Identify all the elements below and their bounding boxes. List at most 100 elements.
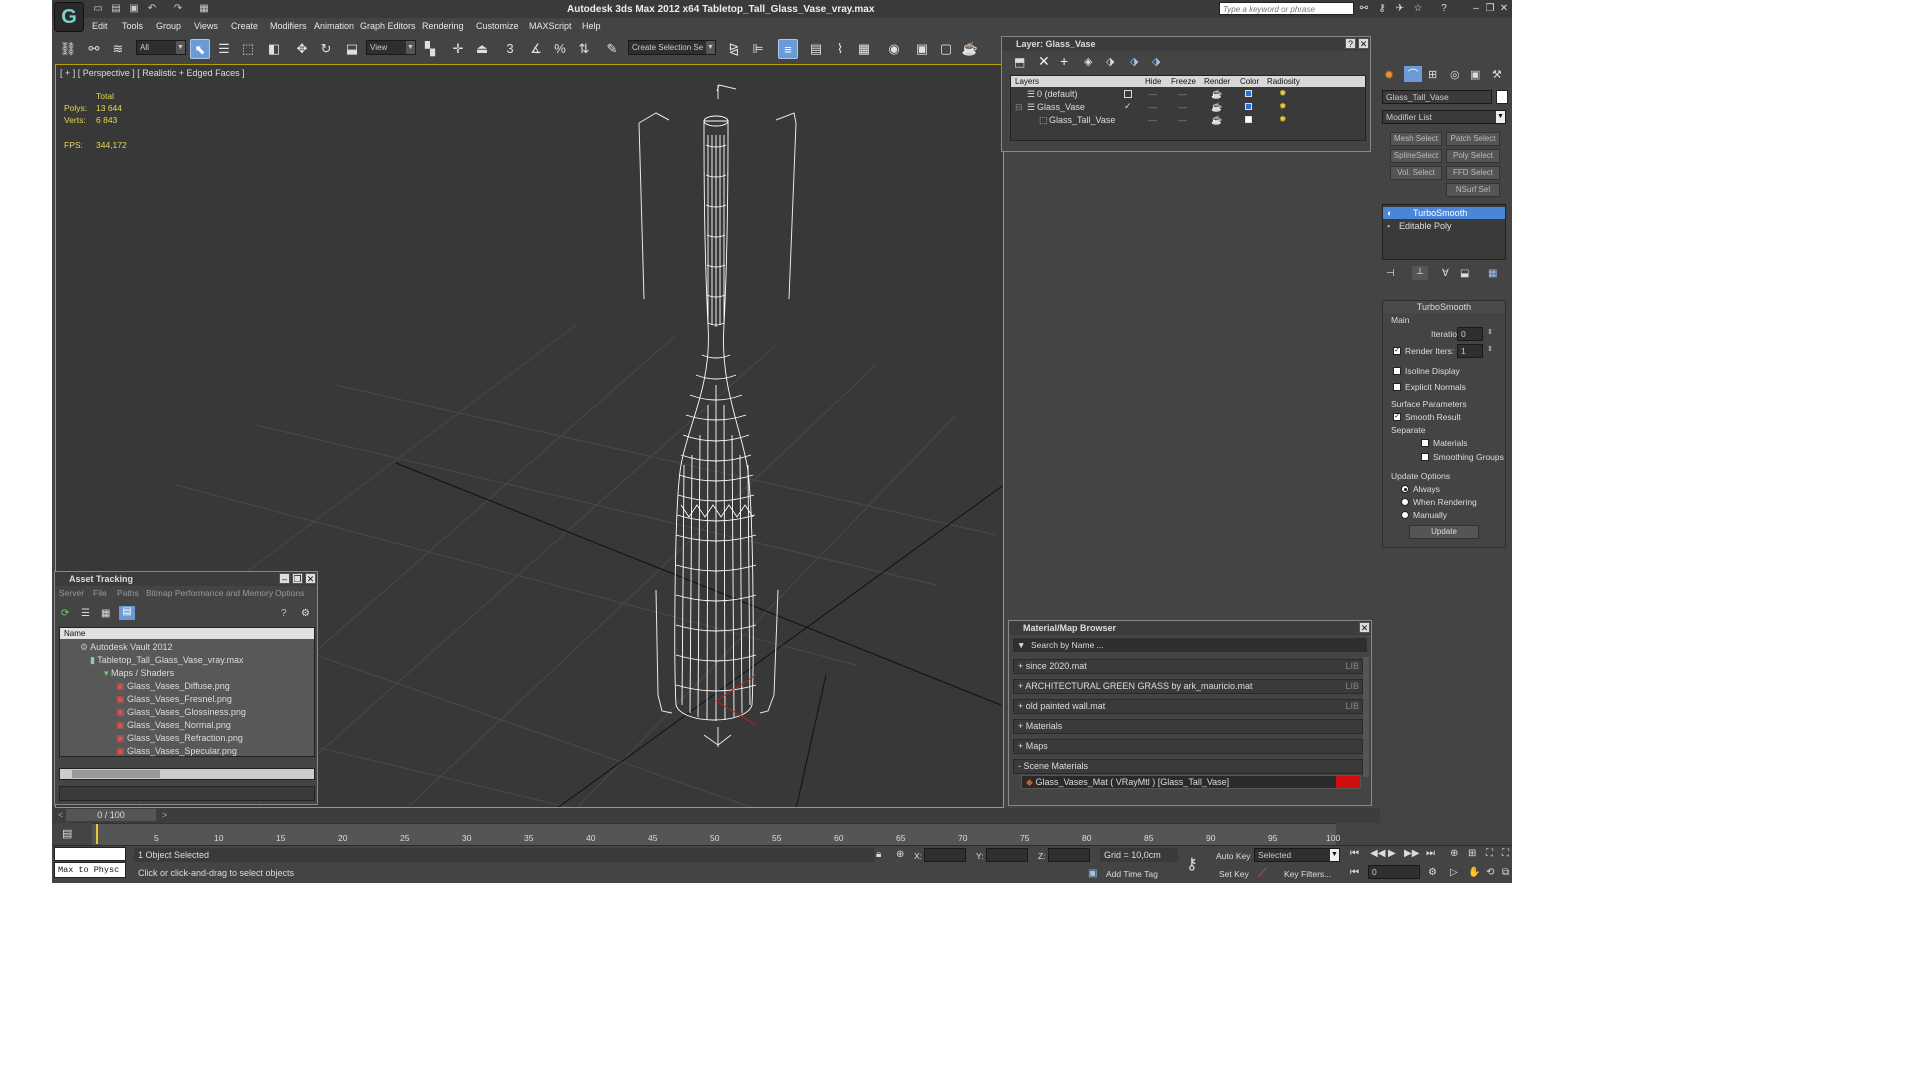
search-input[interactable]: Type a keyword or phrase <box>1219 2 1354 15</box>
communication-icon[interactable]: ✈ <box>1394 3 1406 15</box>
absolute-mode-icon[interactable]: ⊕ <box>896 849 904 860</box>
smoothing-groups-checkbox[interactable] <box>1421 453 1429 461</box>
angle-snap-icon[interactable]: ∡ <box>526 39 546 59</box>
auto-key-button[interactable]: Auto Key <box>1216 851 1251 861</box>
asset-item-file[interactable]: ▣ Glass_Vases_Normal.png <box>116 720 231 731</box>
render-teapot-icon[interactable]: ☕ <box>1211 89 1222 100</box>
minimize-icon[interactable]: – <box>279 573 290 584</box>
scrollbar-thumb[interactable] <box>72 770 160 778</box>
graphite-ribbon-icon[interactable]: ▤ <box>806 39 826 59</box>
bulb-icon[interactable]: ◐ <box>1387 207 1392 219</box>
asset-col-name[interactable]: Name <box>60 628 314 639</box>
show-end-result-icon[interactable]: ⊥ <box>1412 266 1428 280</box>
col-freeze[interactable]: Freeze <box>1171 76 1196 87</box>
curve-editor-icon[interactable]: ⌇ <box>830 39 850 59</box>
orbit-icon[interactable]: ⟲ <box>1486 867 1494 878</box>
pivot-center-icon[interactable]: ▚ <box>420 39 440 59</box>
display-tab-icon[interactable]: ▣ <box>1470 68 1480 81</box>
material-group[interactable]: + Maps <box>1013 739 1363 754</box>
filter-icon[interactable]: ▼ <box>1017 638 1025 652</box>
explicit-normals-checkbox[interactable] <box>1393 383 1401 391</box>
spinner-arrows-icon[interactable]: ⇕ <box>1487 328 1493 336</box>
object-color-swatch[interactable] <box>1496 90 1508 104</box>
spinner-arrows-icon[interactable]: ⇕ <box>1487 345 1493 353</box>
rectangular-selection-icon[interactable]: ⬚ <box>238 39 258 59</box>
render-teapot-icon[interactable]: ☕ <box>1211 115 1222 126</box>
asset-item-maps-folder[interactable]: ▾ Maps / Shaders <box>104 668 174 679</box>
new-file-icon[interactable]: ▭ <box>92 3 104 15</box>
help-icon[interactable]: ? <box>1345 38 1356 49</box>
y-coord-field[interactable] <box>986 848 1028 862</box>
modifier-list-dropdown[interactable]: Modifier List ▼ <box>1382 110 1506 124</box>
selection-filter-dropdown[interactable]: All ▼ <box>136 40 186 55</box>
table-view-icon[interactable]: ▤ <box>119 606 135 620</box>
modify-tab-icon[interactable]: ⌒ <box>1404 66 1422 82</box>
material-group[interactable]: + since 2020.mat LIB <box>1013 659 1363 674</box>
layer-color-swatch[interactable] <box>1245 116 1252 123</box>
layer-row[interactable]: ⬚ Glass_Tall_Vase — — ☕ ✹ <box>1011 114 1365 127</box>
col-radiosity[interactable]: Radiosity <box>1267 76 1300 87</box>
layer-color-swatch[interactable] <box>1245 90 1252 97</box>
radiosity-icon[interactable]: ✹ <box>1279 114 1287 125</box>
asset-item-maxfile[interactable]: ▮ Tabletop_Tall_Glass_Vase_vray.max <box>90 655 244 666</box>
open-file-icon[interactable]: ▤ <box>110 3 122 15</box>
freeze-toggle[interactable]: — <box>1178 89 1187 99</box>
add-time-tag[interactable]: Add Time Tag <box>1106 869 1158 879</box>
radiosity-icon[interactable]: ✹ <box>1279 88 1287 99</box>
hide-all-icon[interactable]: ⬗ <box>1130 55 1138 68</box>
material-editor-icon[interactable]: ◉ <box>884 39 904 59</box>
close-icon[interactable]: ✕ <box>1359 622 1370 633</box>
iterations-spinner[interactable]: 0 <box>1457 327 1483 341</box>
z-coord-field[interactable] <box>1048 848 1090 862</box>
layer-row[interactable]: ⊟ ☰ Glass_Vase ✓ — — ☕ ✹ <box>1011 101 1365 114</box>
vertical-scrollbar[interactable] <box>1363 657 1369 777</box>
render-teapot-icon[interactable]: ☕ <box>1211 102 1222 113</box>
asset-menu-bitmap[interactable]: Bitmap Performance and Memory <box>146 588 273 598</box>
track-bar[interactable]: 5 10 15 20 25 30 35 40 45 50 55 60 65 70… <box>92 823 1340 845</box>
thumbnail-icon[interactable]: ▦ <box>101 608 110 619</box>
vol-select-button[interactable]: Vol. Select <box>1390 166 1442 180</box>
asset-path-field[interactable] <box>59 786 315 801</box>
list-view-icon[interactable]: ☰ <box>81 608 90 619</box>
materials-checkbox[interactable] <box>1421 439 1429 447</box>
configure-sets-icon[interactable]: ▦ <box>1488 268 1497 279</box>
select-object-icon[interactable]: ⬉ <box>190 39 210 59</box>
field-of-view-icon[interactable]: ▷ <box>1450 867 1458 878</box>
spinner-snap-icon[interactable]: ⇅ <box>574 39 594 59</box>
menu-group[interactable]: Group <box>156 21 181 31</box>
asset-menu-options[interactable]: Options <box>275 588 304 598</box>
rollout-title[interactable]: TurboSmooth <box>1383 301 1505 313</box>
render-teapot-icon[interactable]: ☕ <box>960 39 980 59</box>
help-icon[interactable]: ? <box>1438 3 1450 15</box>
checkmark-icon[interactable]: ✓ <box>1124 101 1132 112</box>
go-to-start-icon[interactable]: ⏮ <box>1350 848 1359 859</box>
time-slider[interactable]: < 0 / 100 > <box>52 808 1380 823</box>
bind-spacewarp-icon[interactable]: ≋ <box>108 39 128 59</box>
col-color[interactable]: Color <box>1240 76 1259 87</box>
time-tag-icon[interactable]: ▣ <box>1088 868 1097 879</box>
mesh-select-button[interactable]: Mesh Select <box>1390 132 1442 146</box>
freeze-toggle[interactable]: — <box>1178 115 1187 125</box>
restore-icon[interactable]: ❐ <box>292 573 303 584</box>
mirror-icon[interactable]: ⧎ <box>724 39 744 59</box>
current-frame-field[interactable]: 0 <box>1368 865 1420 879</box>
maximize-viewport-icon[interactable]: ⧉ <box>1502 867 1509 878</box>
refresh-icon[interactable]: ⟳ <box>61 608 69 619</box>
hierarchy-tab-icon[interactable]: ⊞ <box>1428 68 1437 81</box>
col-render[interactable]: Render <box>1204 76 1230 87</box>
hide-toggle[interactable]: — <box>1148 115 1157 125</box>
menu-graph-editors[interactable]: Graph Editors <box>360 21 416 31</box>
poly-select-button[interactable]: Poly Select <box>1446 149 1500 163</box>
time-config-icon[interactable]: ⚙ <box>1428 867 1437 878</box>
update-button[interactable]: Update <box>1409 525 1479 539</box>
percent-snap-icon[interactable]: % <box>550 39 570 59</box>
menu-maxscript[interactable]: MAXScript <box>529 21 572 31</box>
isoline-checkbox[interactable] <box>1393 367 1401 375</box>
close-icon[interactable]: ✕ <box>1498 3 1510 15</box>
stack-item-editable-poly[interactable]: ▪ Editable Poly <box>1383 220 1505 232</box>
ffd-select-button[interactable]: FFD Select <box>1446 166 1500 180</box>
menu-animation[interactable]: Animation <box>314 21 354 31</box>
reference-coord-dropdown[interactable]: View ▼ <box>366 40 416 55</box>
menu-edit[interactable]: Edit <box>92 21 108 31</box>
key-mode-dropdown[interactable]: Selected ▼ <box>1254 848 1340 862</box>
